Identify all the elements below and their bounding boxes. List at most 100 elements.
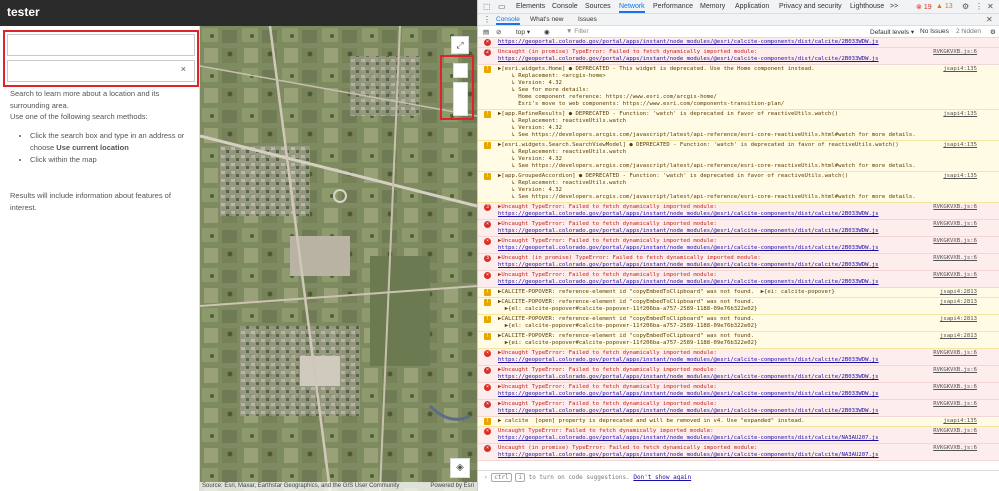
message-line[interactable]: https://geoportal.colorado.gov/portal/ap… [498,245,905,252]
source-link[interactable]: RVKGKVXB.js:6 [933,204,977,211]
sidebar-toggle-icon[interactable]: ▤ [483,28,489,36]
source-link[interactable]: RVKGKVXB.js:6 [933,238,977,245]
console-error-message[interactable]: × ▶Uncaught TypeError: Failed to fetch dy… [478,383,999,400]
source-link[interactable]: RVKGKVXB.js:6 [933,367,977,374]
dont-show-again-link[interactable]: Don't show again [633,474,691,481]
tab-sources[interactable]: Sources [585,3,611,10]
source-link[interactable]: jsapi4:2813 [940,289,977,296]
more-tabs-button[interactable]: >> [890,3,898,10]
console-error-message[interactable]: 3 ▶Uncaught (in promise) TypeError: Faile… [478,254,999,271]
tab-network[interactable]: Network [619,3,645,13]
source-link[interactable]: jsapi4:135 [943,142,977,149]
close-devtools-icon[interactable]: ✕ [987,2,994,11]
source-link[interactable]: RVKGKVXB.js:6 [933,221,977,228]
expand-icon[interactable]: ⤢ [451,36,469,54]
console-error-message[interactable]: × ▶Uncaught TypeError: Failed to fetch dy… [478,349,999,366]
message-line[interactable]: https://geoportal.colorado.gov/portal/ap… [498,262,905,269]
console-error-message[interactable]: × ▶Uncaught TypeError: Failed to fetch dy… [478,366,999,383]
console-warning-message[interactable]: ! ▶CALCITE-POPOVER: reference-element id … [478,315,999,332]
message-line[interactable]: https://geoportal.colorado.gov/portal/ap… [498,279,905,286]
drawer-tab-console[interactable]: Console [496,16,520,25]
source-link[interactable]: RVKGKVXB.js:6 [933,272,977,279]
clear-icon[interactable]: × [181,64,186,74]
console-warning-message[interactable]: ! ▶CALCITE-POPOVER: reference-element id … [478,298,999,315]
source-link[interactable]: RVKGKVXB.js:6 [933,384,977,391]
inspect-icon[interactable]: ⬚ [483,2,491,11]
message-line[interactable]: https://geoportal.colorado.gov/portal/ap… [498,452,905,459]
source-link[interactable]: RVKGKVXB.js:6 [933,49,977,56]
source-link[interactable]: jsapi4:2813 [940,299,977,306]
layers-icon[interactable]: ◈ [450,458,470,478]
drawer-tab-whats-new[interactable]: What's new [530,16,563,23]
tab-performance[interactable]: Performance [653,3,693,10]
message-line[interactable]: https://geoportal.colorado.gov/portal/ap… [498,357,905,364]
message-line[interactable]: https://geoportal.colorado.gov/portal/ap… [498,374,905,381]
device-toggle-icon[interactable]: ▭ [498,2,506,11]
console-warning-message[interactable]: ! ▶ calcite [open] property is deprecated… [478,417,999,427]
message-line[interactable]: https://geoportal.colorado.gov/portal/ap… [498,56,905,63]
message-line[interactable]: https://geoportal.colorado.gov/portal/ap… [498,228,905,235]
message-line[interactable]: https://geoportal.colorado.gov/portal/ap… [498,435,905,442]
message-line[interactable]: ↳ See https://developers.arcgis.com/java… [498,132,915,139]
console-settings-icon[interactable]: ⚙ [990,28,996,36]
console-error-message[interactable]: × ▶Uncaught TypeError: Failed to fetch dy… [478,237,999,254]
message-line[interactable]: https://geoportal.colorado.gov/portal/ap… [498,39,905,46]
filter-input[interactable]: ▼ Filter [566,28,589,35]
tab-lighthouse[interactable]: Lighthouse [850,3,884,10]
console-warning-message[interactable]: ! ▶[esri.widgets.Search.SearchViewModel] … [478,141,999,172]
console-error-message[interactable]: × ▶Uncaught TypeError: Failed to fetch dy… [478,220,999,237]
warning-count-badge[interactable]: ▲ 13 [936,3,953,10]
message-line[interactable]: ↳ See https://developers.arcgis.com/java… [498,163,915,170]
console-error-message[interactable]: × ▶Uncaught TypeError: Failed to fetch dy… [478,271,999,288]
console-warning-message[interactable]: ! ▶[esri.widgets.Home] ● DEPRECATED - Thi… [478,65,999,110]
levels-dropdown[interactable]: Default levels ▾ [870,28,914,36]
kebab-menu-icon[interactable]: ⋮ [975,2,983,11]
console-error-message[interactable]: 2 Uncaught (in promise) TypeError: Failed… [478,48,999,65]
message-line[interactable]: https://geoportal.colorado.gov/portal/ap… [498,211,905,218]
map-view[interactable]: ⤢ ◈ Source: Esri, Maxar, Earthstar Geogr… [200,26,477,491]
live-expression-icon[interactable]: ◉ [544,28,550,36]
search-field[interactable]: × [7,60,195,82]
source-link[interactable]: jsapi4:2813 [940,333,977,340]
source-link[interactable]: jsapi4:135 [943,66,977,73]
source-link[interactable]: RVKGKVXB.js:6 [933,255,977,262]
tab-memory[interactable]: Memory [700,3,725,10]
console-warning-message[interactable]: ! ▶[app.GroupedAccordion] ● DEPRECATED - … [478,172,999,203]
console-error-message[interactable]: 3 ▶Uncaught TypeError: Failed to fetch dy… [478,203,999,220]
source-link[interactable]: jsapi4:135 [943,418,977,425]
tab-elements[interactable]: Elements [516,3,545,10]
settings-icon[interactable]: ⚙ [962,2,969,11]
console-warning-message[interactable]: ! ▶CALCITE-POPOVER: reference-element id … [478,288,999,298]
tab-privacy-security[interactable]: Privacy and security [779,3,842,10]
zoom-out-button[interactable] [453,82,468,116]
source-link[interactable]: jsapi4:135 [943,173,977,180]
error-count-badge[interactable]: ⊗ 19 [916,3,932,11]
drawer-menu-icon[interactable]: ⋮ [483,15,491,24]
message-line[interactable]: https://geoportal.colorado.gov/portal/ap… [498,391,905,398]
drawer-tab-issues[interactable]: Issues [578,16,597,23]
source-link[interactable]: RVKGKVXB.js:6 [933,428,977,435]
zoom-in-button[interactable] [453,63,468,78]
source-link[interactable]: RVKGKVXB.js:6 [933,445,977,452]
message-line[interactable]: ↳ See https://developers.arcgis.com/java… [498,194,915,201]
source-link[interactable]: jsapi4:135 [943,111,977,118]
source-link[interactable]: RVKGKVXB.js:6 [933,401,977,408]
console-error-message[interactable]: × Uncaught TypeError: Failed to fetch dyn… [478,427,999,444]
tab-application[interactable]: Application [735,3,769,10]
tab-console[interactable]: Console [552,3,578,10]
context-selector[interactable]: top ▾ [516,28,530,36]
clear-console-icon[interactable]: ⊘ [496,28,501,36]
issues-link[interactable]: No Issues [920,28,949,35]
console-warning-message[interactable]: ! ▶[app.RefineResults] ● DEPRECATED - Fun… [478,110,999,141]
console-error-message[interactable]: × Uncaught (in promise) TypeError: Failed… [478,444,999,461]
source-link[interactable]: RVKGKVXB.js:6 [933,350,977,357]
console-error-message[interactable]: × ▶Uncaught TypeError: Failed to fetch dy… [478,400,999,417]
source-link[interactable]: jsapi4:2813 [940,316,977,323]
message-line[interactable]: Esri's move to web components: https://w… [498,101,905,108]
console-warning-message[interactable]: ! ▶CALCITE-POPOVER: reference-element id … [478,332,999,349]
search-input[interactable] [7,34,195,56]
close-drawer-icon[interactable]: ✕ [986,15,993,24]
message-line[interactable]: https://geoportal.colorado.gov/portal/ap… [498,408,905,415]
console-prompt[interactable]: › ctrl i to turn on code suggestions. Do… [478,470,999,491]
message-line[interactable]: Home component reference: https://www.es… [498,94,905,101]
